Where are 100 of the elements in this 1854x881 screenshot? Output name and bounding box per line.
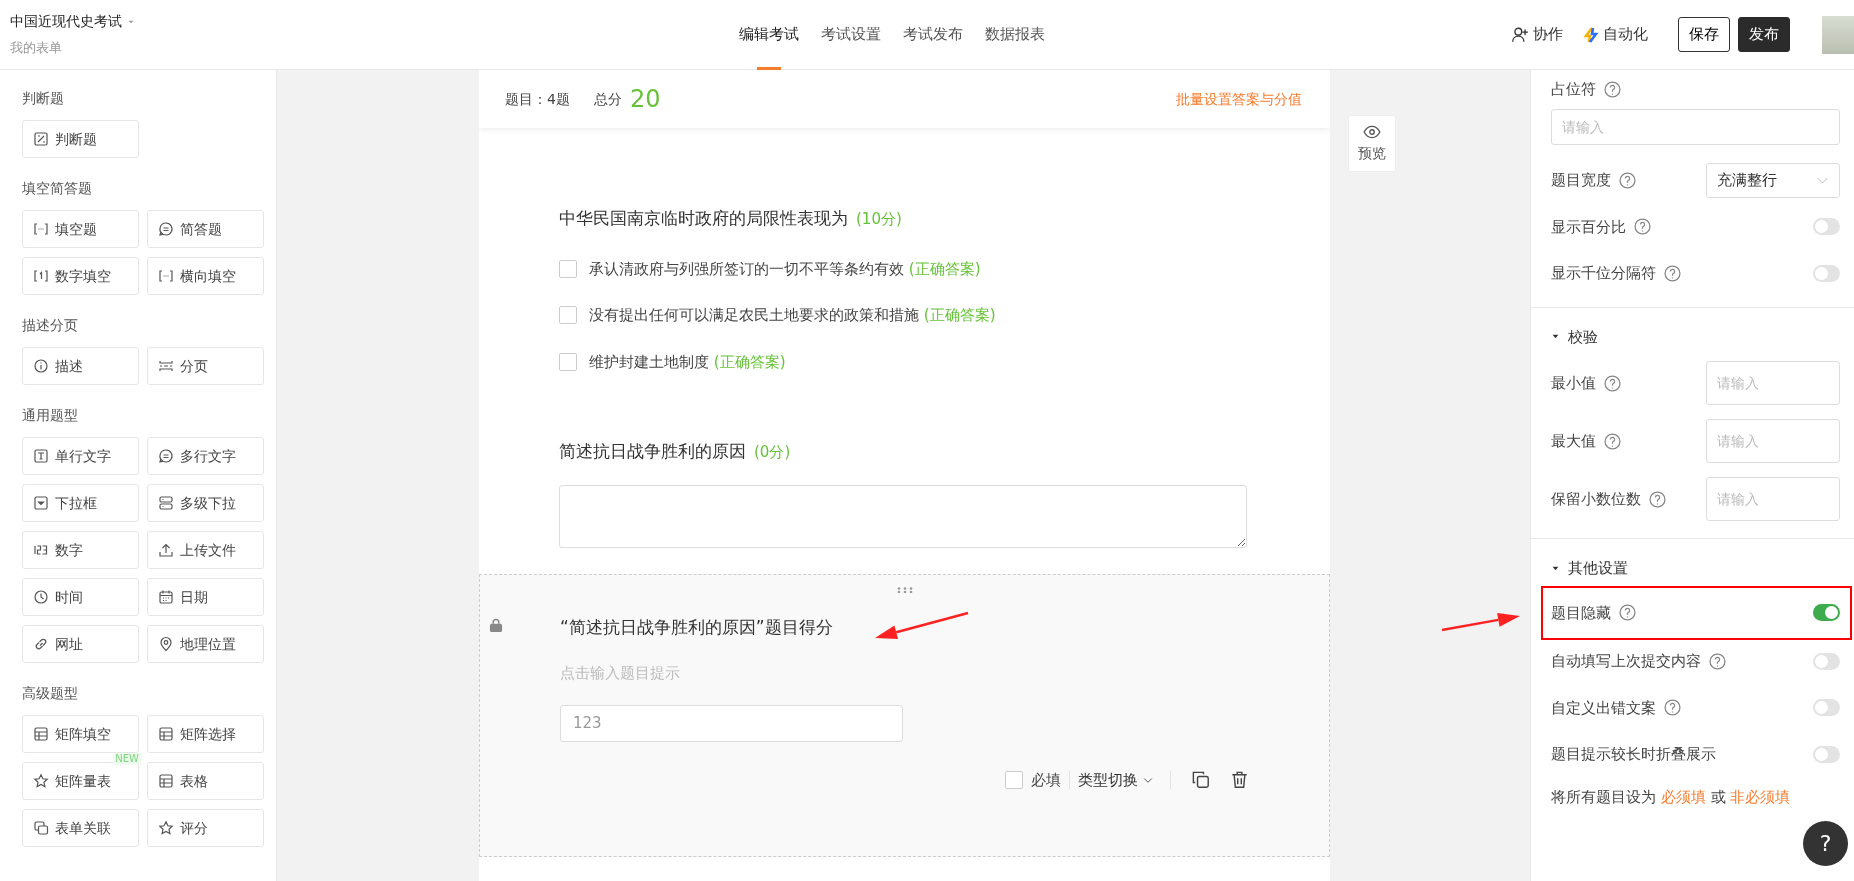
setting-label: 题目宽度 <box>1551 169 1611 191</box>
question-type-item[interactable]: 多行文字 <box>147 437 264 475</box>
publish-button[interactable]: 发布 <box>1738 17 1790 52</box>
number-input-field[interactable]: 123 <box>560 704 903 742</box>
trash-icon[interactable] <box>1230 770 1249 790</box>
copy-icon[interactable] <box>1191 770 1210 790</box>
question-type-item[interactable]: 表格 <box>147 762 264 800</box>
question-type-item[interactable]: 网址 <box>22 625 139 663</box>
checkbox[interactable] <box>559 306 577 325</box>
type-switch-dropdown[interactable]: 类型切换 <box>1078 768 1154 791</box>
setting-label: 题目提示较长时折叠展示 <box>1551 744 1716 765</box>
question-type-item[interactable]: 多级下拉 <box>147 484 264 522</box>
page-break-icon <box>158 358 174 374</box>
question-type-item[interactable]: 数字填空 <box>22 257 139 295</box>
question-title: 中华民国南京临时政府的局限性表现为 <box>559 207 848 230</box>
nav-tab[interactable]: 数据报表 <box>974 0 1056 70</box>
checkbox[interactable] <box>1005 770 1023 789</box>
question-score: (0分) <box>754 441 791 463</box>
question-type-item[interactable]: 描述 <box>22 347 139 385</box>
question-title: “简述抗日战争胜利的原因”题目得分 <box>560 615 833 639</box>
question-type-item[interactable]: 矩阵选择 <box>147 715 264 753</box>
bracket-icon <box>33 268 49 284</box>
help-icon[interactable] <box>1709 652 1726 670</box>
setting-label: 显示百分比 <box>1551 216 1626 238</box>
question-title: 简述抗日战争胜利的原因 <box>559 440 746 463</box>
question-type-item[interactable]: 地理位置 <box>147 625 264 663</box>
toggle-switch[interactable] <box>1813 699 1840 717</box>
setting-label: 保留小数位数 <box>1551 488 1641 510</box>
nav-tab[interactable]: 编辑考试 <box>728 0 810 70</box>
toggle-switch[interactable] <box>1813 745 1840 763</box>
help-icon[interactable] <box>1619 604 1636 622</box>
help-icon[interactable] <box>1604 374 1621 392</box>
preview-button[interactable]: 预览 <box>1348 115 1396 172</box>
question-type-item[interactable]: 评分 <box>147 809 264 847</box>
total-score: 20 <box>629 84 661 115</box>
setting-label: 显示千位分隔符 <box>1551 263 1656 284</box>
group-title: 高级题型 <box>22 684 79 703</box>
text-input-field[interactable]: 请输入 <box>1551 108 1840 145</box>
question-type-item[interactable]: 矩阵填空 <box>22 715 139 753</box>
question-type-item[interactable]: 填空题 <box>22 210 139 248</box>
number-input-field[interactable]: 请输入 <box>1706 419 1840 463</box>
required-label: 必填 <box>1031 769 1061 791</box>
bracket-dots-icon <box>33 221 49 237</box>
question-score: (10分) <box>856 208 902 230</box>
collaborate-button[interactable]: 协作 <box>1505 23 1569 46</box>
number-input-field[interactable]: 请输入 <box>1706 361 1840 405</box>
question-type-item[interactable]: 日期 <box>147 578 264 616</box>
upload-icon <box>158 542 174 558</box>
info-icon <box>33 358 49 374</box>
group-title: 填空简答题 <box>22 179 93 198</box>
help-icon[interactable] <box>1604 432 1621 450</box>
nav-tab[interactable]: 考试发布 <box>892 0 974 70</box>
question-type-item[interactable]: 矩阵量表 <box>22 762 139 800</box>
drag-handle-icon[interactable] <box>896 586 913 593</box>
question-type-item[interactable]: 分页 <box>147 347 264 385</box>
help-icon[interactable] <box>1634 218 1651 236</box>
nav-tab[interactable]: 考试设置 <box>810 0 892 70</box>
automation-button[interactable]: 自动化 <box>1577 23 1654 46</box>
question-type-item[interactable]: 判断题 <box>22 120 139 158</box>
avatar-placeholder[interactable] <box>1822 15 1854 54</box>
calendar-icon <box>158 589 174 605</box>
question-type-item[interactable]: 横向填空 <box>147 257 264 295</box>
setting-label: 最大值 <box>1551 430 1596 452</box>
chat-bubble-icon <box>158 448 174 464</box>
help-icon[interactable] <box>1664 699 1681 717</box>
form-title[interactable]: 中国近现代史考试 <box>10 11 122 33</box>
option-label: 维护封建土地制度 (正确答案) <box>589 351 786 373</box>
question-type-item[interactable]: 表单关联 <box>22 809 139 847</box>
lightning-icon <box>1583 26 1599 43</box>
save-button[interactable]: 保存 <box>1678 17 1730 52</box>
toggle-switch[interactable] <box>1813 604 1840 622</box>
total-label: 总分 <box>593 89 622 109</box>
checkbox[interactable] <box>559 259 577 278</box>
location-pin-icon <box>158 636 174 652</box>
help-button[interactable]: ? <box>1803 821 1848 866</box>
question-type-item[interactable]: 时间 <box>22 578 139 616</box>
help-icon[interactable] <box>1664 264 1681 282</box>
star-icon <box>158 820 174 836</box>
question-type-item[interactable]: 下拉框 <box>22 484 139 522</box>
question-type-item[interactable]: 数字 <box>22 531 139 569</box>
help-icon[interactable] <box>1604 80 1621 98</box>
checkbox[interactable] <box>559 352 577 371</box>
option-label: 没有提出任何可以满足农民土地要求的政策和措施 (正确答案) <box>589 305 996 326</box>
new-badge: NEW <box>113 753 141 765</box>
number-input-field[interactable]: 请输入 <box>1706 477 1840 521</box>
toggle-switch[interactable] <box>1813 218 1840 236</box>
setting-label: 自动填写上次提交内容 <box>1551 651 1701 672</box>
help-icon[interactable] <box>1619 171 1636 189</box>
question-type-item[interactable]: 简答题 <box>147 210 264 248</box>
link-icon <box>33 636 49 652</box>
question-type-item[interactable]: 上传文件 <box>147 531 264 569</box>
dropdown-icon <box>33 495 49 511</box>
toggle-switch[interactable] <box>1813 652 1840 670</box>
width-select[interactable]: 充满整行 <box>1706 162 1840 198</box>
question-type-item[interactable]: 单行文字 <box>22 437 139 475</box>
toggle-switch[interactable] <box>1813 264 1840 282</box>
setting-label: 题目隐藏 <box>1551 602 1611 624</box>
help-icon[interactable] <box>1649 490 1666 508</box>
numbers-icon <box>33 542 49 558</box>
option-label: 承认清政府与列强所签订的一切不平等条约有效 (正确答案) <box>589 258 981 280</box>
